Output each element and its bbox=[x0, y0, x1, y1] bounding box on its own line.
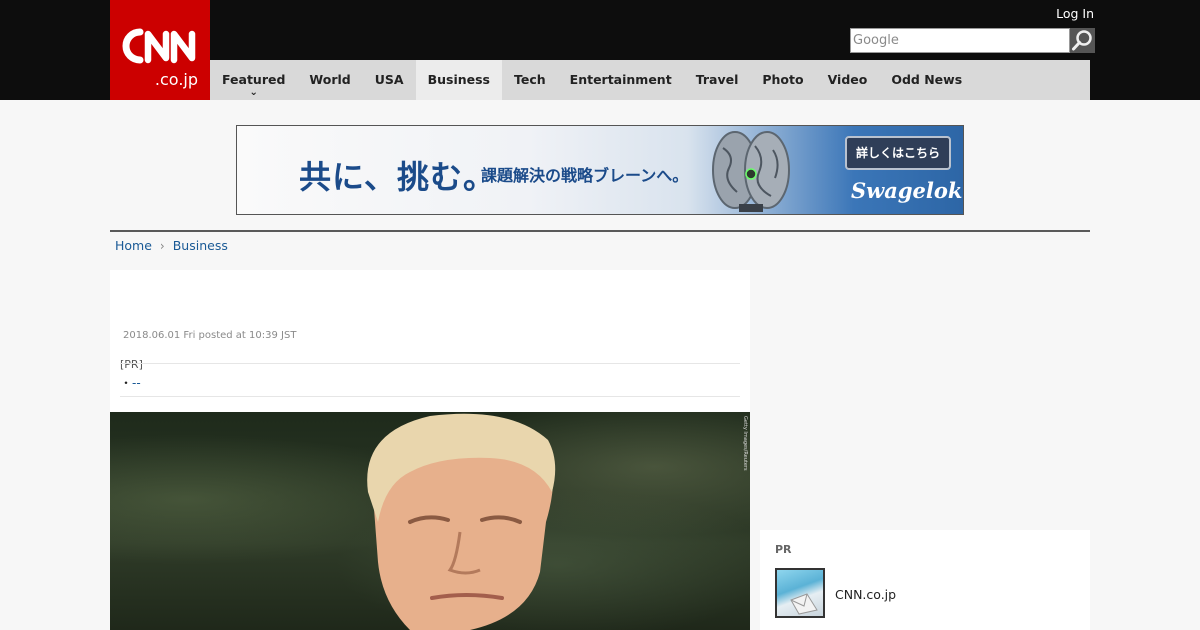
article-card: 2018.06.01 Fri posted at 10:39 JST [PR] … bbox=[110, 270, 750, 630]
breadcrumb-home[interactable]: Home bbox=[115, 238, 152, 253]
nav-label: Featured bbox=[222, 72, 286, 87]
nav-entertainment[interactable]: Entertainment bbox=[558, 60, 684, 100]
article-photo: Getty Images/Reuters bbox=[110, 412, 750, 630]
nav-odd-news[interactable]: Odd News bbox=[879, 60, 974, 100]
pr-link[interactable]: ・-- bbox=[120, 374, 141, 391]
search-button[interactable] bbox=[1070, 28, 1095, 53]
nav-label: Photo bbox=[762, 72, 804, 87]
nav-label: Travel bbox=[695, 72, 739, 87]
cnn-logo[interactable]: .co.jp bbox=[110, 0, 210, 100]
breadcrumb: Home › Business bbox=[115, 238, 228, 253]
ad-subline: 課題解決の戦略ブレーンへ。 bbox=[481, 166, 689, 185]
pr-label: [PR] bbox=[120, 358, 143, 371]
ad-brand: Swagelok bbox=[851, 178, 963, 203]
sidebar-thumbnail[interactable] bbox=[775, 568, 825, 618]
brain-illustration bbox=[712, 131, 790, 212]
chevron-right-icon: › bbox=[159, 238, 165, 253]
nav-world[interactable]: World bbox=[297, 60, 362, 100]
sidebar-pr-label: PR bbox=[775, 543, 792, 556]
cnn-logo-mark bbox=[122, 28, 196, 64]
portrait-illustration bbox=[367, 413, 556, 630]
nav-business[interactable]: Business bbox=[415, 60, 502, 100]
nav-photo[interactable]: Photo bbox=[750, 60, 815, 100]
search-icon bbox=[1072, 30, 1092, 51]
nav-label: Entertainment bbox=[569, 72, 672, 87]
nav-tech[interactable]: Tech bbox=[502, 60, 558, 100]
divider bbox=[120, 363, 740, 364]
chevron-down-icon: ⌄ bbox=[249, 87, 258, 98]
login-link[interactable]: Log In bbox=[1056, 6, 1094, 21]
ad-details-button[interactable]: 詳しくはこちら bbox=[845, 136, 951, 170]
nav-label: Odd News bbox=[891, 72, 963, 87]
divider bbox=[120, 396, 740, 397]
breadcrumb-business[interactable]: Business bbox=[173, 238, 228, 253]
nav-label: USA bbox=[374, 72, 404, 87]
search-input[interactable]: Google bbox=[850, 28, 1070, 53]
top-bar: .co.jp Log In Google Featured ⌄ World US… bbox=[0, 0, 1200, 100]
nav-travel[interactable]: Travel bbox=[684, 60, 751, 100]
nav-label: Video bbox=[827, 72, 868, 87]
nav-featured[interactable]: Featured ⌄ bbox=[210, 60, 297, 100]
bullet-icon: ・ bbox=[120, 376, 133, 390]
sidebar-item-text[interactable]: CNN.co.jp bbox=[835, 587, 896, 602]
logo-domain: .co.jp bbox=[154, 70, 198, 89]
nav-video[interactable]: Video bbox=[816, 60, 880, 100]
nav-label: World bbox=[309, 72, 351, 87]
main-nav: Featured ⌄ World USA Business Tech Enter… bbox=[210, 60, 1090, 100]
section-divider bbox=[110, 230, 1090, 232]
sidebar-pr-box: PR CNN.co.jp bbox=[760, 530, 1090, 630]
nav-usa[interactable]: USA bbox=[363, 60, 416, 100]
pr-link-text: -- bbox=[132, 376, 141, 390]
nav-label: Tech bbox=[514, 72, 546, 87]
ad-headline: 共に、挑む。 bbox=[299, 158, 497, 196]
envelope-icon bbox=[790, 593, 818, 615]
article-dateline: 2018.06.01 Fri posted at 10:39 JST bbox=[123, 330, 297, 341]
nav-label: Business bbox=[427, 72, 490, 87]
banner-ad[interactable]: 共に、挑む。 課題解決の戦略ブレーンへ。 詳しくはこちら Swagelok bbox=[236, 125, 964, 215]
photo-credit: Getty Images/Reuters bbox=[742, 416, 748, 471]
